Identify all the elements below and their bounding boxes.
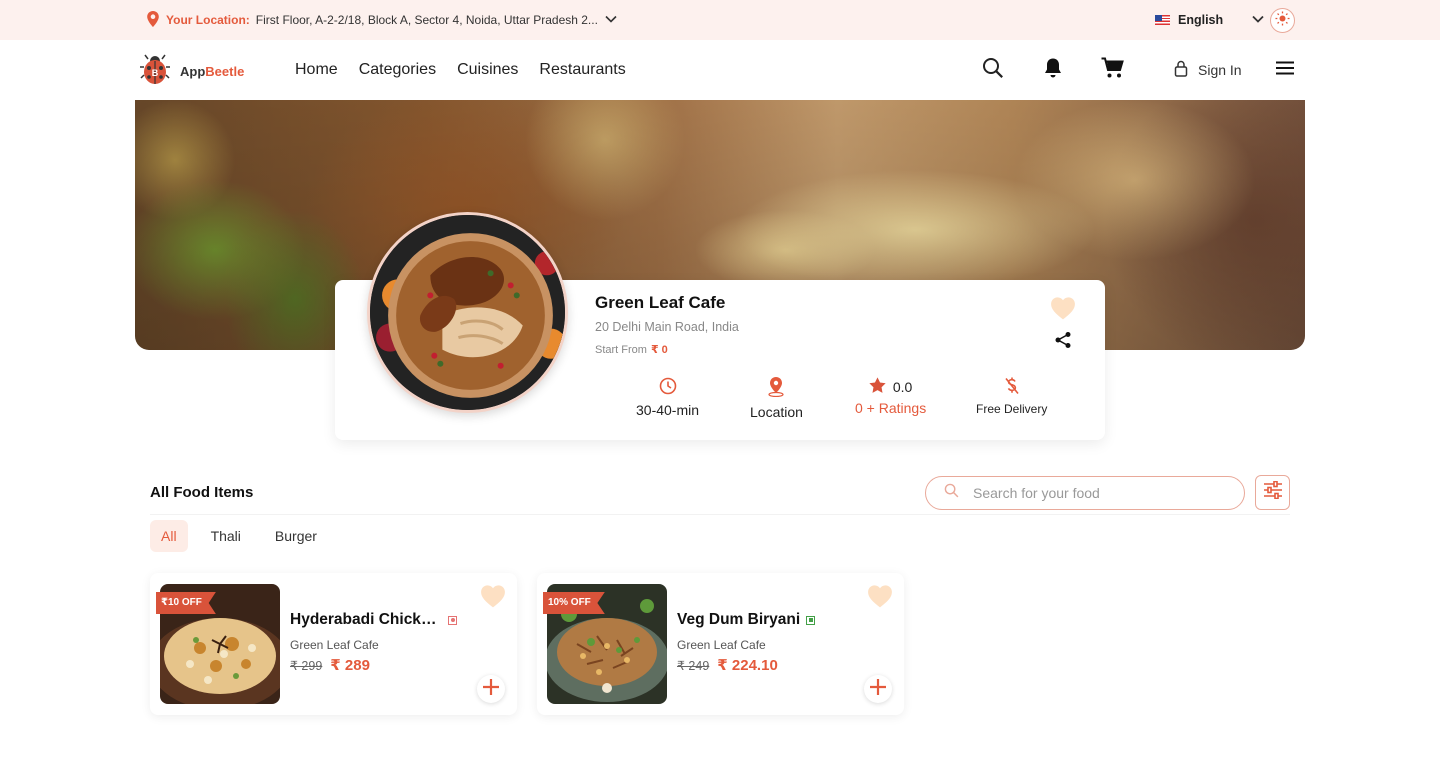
food-price: ₹ 299 ₹ 289 — [290, 656, 370, 674]
filter-button[interactable] — [1255, 475, 1290, 510]
food-search-input[interactable] — [973, 485, 1223, 501]
location-bar: Your Location: First Floor, A-2-2/18, Bl… — [0, 0, 1440, 40]
chevron-down-icon — [604, 12, 618, 29]
map-pin-icon — [766, 377, 786, 400]
tab-all[interactable]: All — [150, 520, 188, 552]
heart-icon — [1050, 297, 1076, 324]
nav-link-cuisines[interactable]: Cuisines — [457, 61, 518, 79]
share-icon — [1054, 332, 1072, 353]
food-search-box[interactable] — [925, 476, 1245, 510]
plus-icon — [482, 678, 500, 701]
heart-icon — [480, 585, 506, 612]
food-restaurant: Green Leaf Cafe — [677, 638, 766, 652]
clock-icon — [659, 377, 677, 398]
location-address: First Floor, A-2-2/18, Block A, Sector 4… — [255, 13, 598, 27]
nav-link-categories[interactable]: Categories — [359, 61, 436, 79]
svg-text:B: B — [152, 68, 159, 78]
app-name: AppBeetle — [180, 64, 244, 79]
location-label: Location — [750, 404, 803, 420]
ratings-count: 0 + Ratings — [855, 400, 927, 416]
veg-indicator-icon — [806, 615, 816, 625]
tab-thali[interactable]: Thali — [200, 520, 252, 552]
start-from-price: Start From ₹ 0 — [595, 343, 668, 356]
rating-row: 0.0 — [869, 377, 912, 396]
non-veg-indicator-icon — [448, 615, 457, 625]
section-title: All Food Items — [150, 484, 254, 501]
delivery-time-stat: 30-40-min — [636, 377, 699, 418]
food-name-row: Hyderabadi Chicken Biryani — [290, 611, 457, 629]
favorite-food-button[interactable] — [867, 584, 893, 613]
food-name-row: Veg Dum Biryani — [677, 611, 816, 629]
cart-button[interactable] — [1101, 40, 1124, 100]
start-from-value: ₹ 0 — [650, 344, 668, 356]
food-name: Veg Dum Biryani — [677, 611, 801, 628]
cart-icon — [1101, 57, 1124, 84]
delivery-type: Free Delivery — [976, 402, 1048, 416]
bell-icon — [1043, 57, 1063, 84]
delivery-time: 30-40-min — [636, 402, 700, 418]
sun-icon — [1275, 10, 1290, 31]
sign-in-button[interactable]: Sign In — [1174, 40, 1242, 100]
new-price: ₹ 224.10 — [717, 657, 778, 674]
nav-link-restaurants[interactable]: Restaurants — [539, 61, 625, 79]
main-navbar: B AppBeetle Home Categories Cuisines Res… — [0, 40, 1440, 100]
app-logo[interactable]: B AppBeetle — [140, 53, 244, 90]
star-icon — [869, 377, 886, 396]
add-to-cart-button[interactable] — [864, 675, 892, 703]
language-selector[interactable]: English — [1155, 0, 1265, 40]
us-flag-icon — [1155, 15, 1170, 25]
restaurant-address: 20 Delhi Main Road, India — [595, 320, 739, 334]
hamburger-menu-button[interactable] — [1275, 40, 1295, 100]
sliders-icon — [1263, 480, 1283, 504]
beetle-logo-icon: B — [140, 53, 170, 90]
sign-in-label: Sign In — [1198, 62, 1242, 78]
restaurant-avatar — [367, 212, 568, 413]
food-restaurant: Green Leaf Cafe — [290, 638, 379, 652]
restaurant-name: Green Leaf Cafe — [595, 293, 726, 312]
brand-part2: Beetle — [205, 64, 245, 79]
food-card[interactable]: ₹10 OFF Hyderabadi Chicken Biryani Green… — [150, 573, 517, 715]
start-from-label: Start From — [595, 344, 647, 356]
search-icon — [982, 57, 1004, 84]
free-delivery-stat: Free Delivery — [976, 377, 1047, 416]
plus-icon — [869, 678, 887, 701]
favorite-restaurant-button[interactable] — [1050, 296, 1076, 325]
notifications-button[interactable] — [1043, 40, 1063, 100]
heart-icon — [867, 585, 893, 612]
discount-badge: 10% OFF — [543, 592, 605, 614]
share-restaurant-button[interactable] — [1054, 331, 1072, 354]
nav-link-home[interactable]: Home — [295, 61, 338, 79]
no-dollar-icon — [1004, 377, 1020, 398]
rating-stat[interactable]: 0.0 0 + Ratings — [855, 377, 926, 416]
add-to-cart-button[interactable] — [477, 675, 505, 703]
menu-icon — [1275, 60, 1295, 81]
chevron-down-icon — [1251, 12, 1265, 29]
location-label: Your Location: — [166, 13, 250, 27]
search-icon — [944, 483, 959, 503]
category-tabs: All Thali Burger — [150, 520, 336, 552]
favorite-food-button[interactable] — [480, 584, 506, 613]
new-price: ₹ 289 — [330, 657, 370, 674]
food-card[interactable]: 10% OFF Veg Dum Biryani Green Leaf Cafe … — [537, 573, 904, 715]
location-selector[interactable]: Your Location: First Floor, A-2-2/18, Bl… — [146, 0, 618, 40]
rating-value: 0.0 — [892, 378, 913, 395]
theme-toggle-button[interactable] — [1270, 8, 1295, 33]
tab-burger[interactable]: Burger — [264, 520, 328, 552]
language-label: English — [1178, 13, 1224, 27]
section-divider — [150, 514, 1290, 515]
search-button[interactable] — [982, 40, 1004, 100]
location-pin-icon — [146, 10, 160, 30]
nav-menu: Home Categories Cuisines Restaurants — [295, 40, 626, 100]
discount-badge: ₹10 OFF — [156, 592, 216, 614]
food-price: ₹ 249 ₹ 224.10 — [677, 656, 778, 674]
food-name: Hyderabadi Chicken Biryani — [290, 611, 442, 628]
brand-part1: App — [180, 64, 206, 79]
location-stat[interactable]: Location — [750, 377, 803, 420]
old-price: ₹ 249 — [677, 659, 710, 673]
lock-icon — [1174, 60, 1188, 80]
old-price: ₹ 299 — [290, 659, 323, 673]
